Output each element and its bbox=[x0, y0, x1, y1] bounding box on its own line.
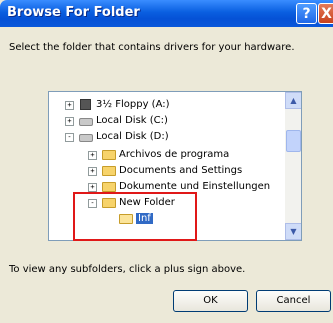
tree-item-label: Local Disk (D:) bbox=[96, 131, 169, 142]
expand-icon[interactable]: + bbox=[88, 151, 97, 160]
collapse-icon[interactable]: - bbox=[65, 133, 74, 142]
drive-icon bbox=[79, 117, 93, 129]
folder-icon bbox=[102, 150, 116, 163]
cancel-button[interactable]: Cancel bbox=[256, 290, 331, 312]
title-bar: Browse For Folder ? X bbox=[0, 0, 333, 27]
tree-item-label: Local Disk (C:) bbox=[96, 115, 168, 126]
hint-text: To view any subfolders, click a plus sig… bbox=[9, 264, 246, 275]
ok-button[interactable]: OK bbox=[173, 290, 248, 312]
scroll-up-arrow-icon[interactable]: ▲ bbox=[285, 92, 301, 109]
tree-item-label: 3½ Floppy (A:) bbox=[96, 99, 170, 110]
close-icon: X bbox=[321, 6, 332, 22]
vertical-scrollbar[interactable]: ▲ ▼ bbox=[285, 92, 301, 240]
help-icon: ? bbox=[302, 6, 311, 22]
tree-item-label: Documents and Settings bbox=[119, 165, 243, 176]
floppy-icon bbox=[80, 99, 91, 113]
scroll-down-arrow-icon[interactable]: ▼ bbox=[285, 223, 301, 240]
folder-icon bbox=[102, 166, 116, 179]
tree-item-label: Dokumente und Einstellungen bbox=[119, 181, 271, 192]
expand-icon[interactable]: + bbox=[65, 101, 74, 110]
drive-icon bbox=[79, 133, 93, 145]
help-button[interactable]: ? bbox=[296, 3, 317, 24]
instruction-text: Select the folder that contains drivers … bbox=[9, 42, 295, 53]
close-button[interactable]: X bbox=[318, 3, 333, 24]
tree-item-label: Archivos de programa bbox=[119, 149, 230, 160]
highlight-annotation bbox=[73, 192, 197, 241]
expand-icon[interactable]: + bbox=[65, 117, 74, 126]
expand-icon[interactable]: + bbox=[88, 183, 97, 192]
dialog-title: Browse For Folder bbox=[7, 5, 140, 20]
browse-for-folder-dialog: Browse For Folder ? X Select the folder … bbox=[0, 0, 333, 323]
scroll-thumb[interactable] bbox=[286, 130, 301, 152]
expand-icon[interactable]: + bbox=[88, 167, 97, 176]
